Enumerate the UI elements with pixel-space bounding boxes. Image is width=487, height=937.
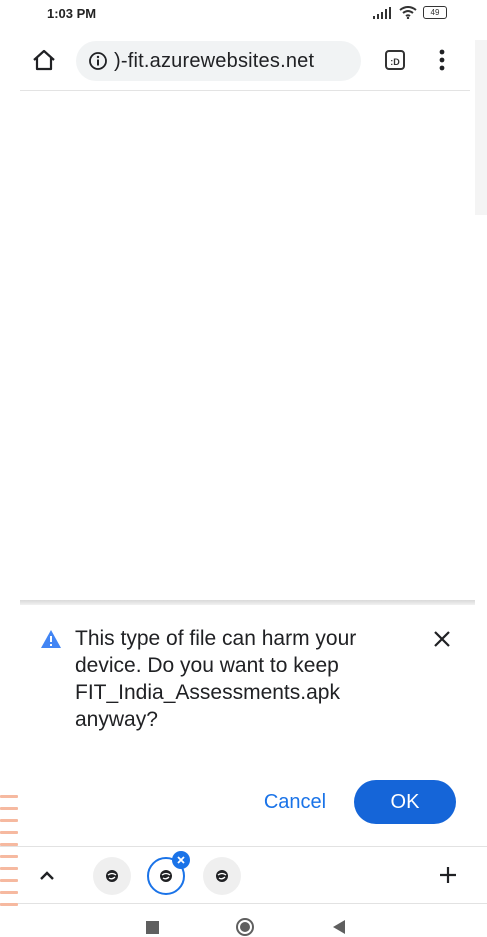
url-text[interactable]: )-fit.azurewebsites.net: [114, 50, 314, 73]
status-icons: 49: [373, 6, 447, 19]
globe-icon: [216, 870, 228, 882]
sheet-border: [20, 600, 475, 605]
status-time: 1:03 PM: [47, 6, 97, 21]
globe-icon: [160, 870, 172, 882]
signal-icon: [373, 6, 391, 19]
edge-decoration: [0, 795, 20, 935]
more-vert-icon[interactable]: [432, 46, 452, 74]
scroll-edge: [475, 40, 487, 215]
system-nav-bar: [0, 905, 487, 937]
tab-strip: [0, 846, 487, 904]
recents-button[interactable]: [146, 921, 159, 934]
browser-toolbar: )-fit.azurewebsites.net :D: [0, 32, 487, 90]
address-bar[interactable]: )-fit.azurewebsites.net: [76, 41, 361, 81]
status-bar: 1:03 PM 49: [0, 0, 487, 30]
warning-icon: [41, 630, 61, 648]
tab-switcher-button[interactable]: :D: [385, 50, 405, 70]
ok-button[interactable]: OK: [354, 780, 456, 824]
home-icon[interactable]: [30, 46, 58, 74]
info-icon[interactable]: [88, 51, 108, 71]
toolbar-divider: [20, 90, 470, 91]
home-nav-button[interactable]: [236, 918, 254, 936]
globe-icon: [106, 870, 118, 882]
chevron-up-icon[interactable]: [36, 865, 58, 887]
plus-icon[interactable]: [436, 863, 460, 887]
close-icon[interactable]: [430, 627, 454, 651]
tab-item[interactable]: [203, 857, 241, 895]
tab-item[interactable]: [93, 857, 131, 895]
cancel-button[interactable]: Cancel: [250, 780, 340, 824]
close-icon: [177, 856, 185, 864]
wifi-icon: [399, 6, 417, 19]
battery-indicator: 49: [423, 6, 447, 19]
back-icon[interactable]: [332, 919, 346, 935]
warning-message: This type of file can harm your device. …: [75, 627, 357, 731]
home-nav-dot: [240, 922, 250, 932]
tab-close-button[interactable]: [172, 851, 190, 869]
